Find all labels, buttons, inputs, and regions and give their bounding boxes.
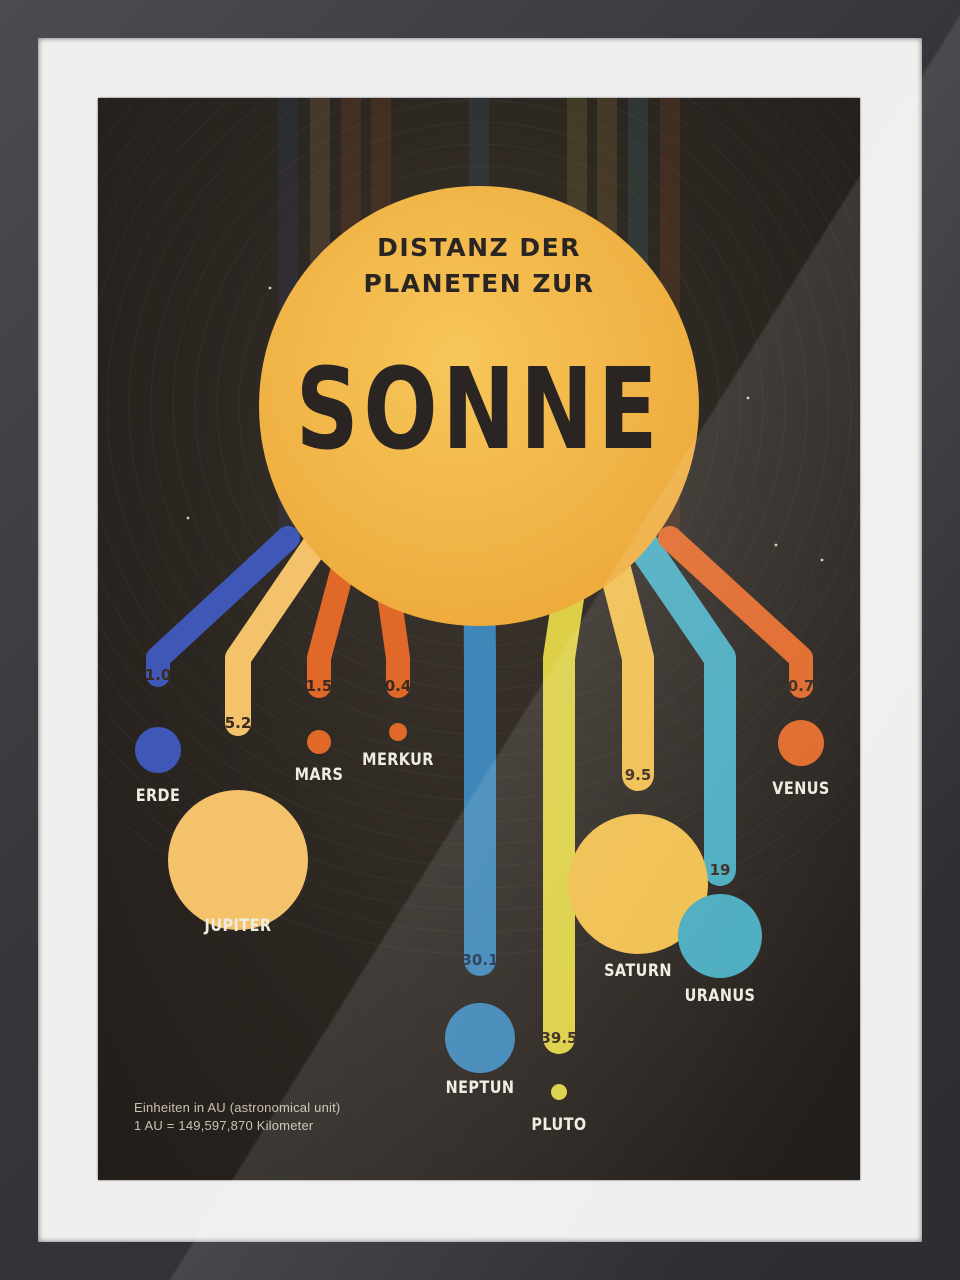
value-label-mars: 1.5 xyxy=(306,677,333,695)
planet-venus xyxy=(778,720,824,766)
star xyxy=(186,516,190,520)
planet-label-merkur: MERKUR xyxy=(362,749,434,769)
footnote-units: Einheiten in AU (astronomical unit) xyxy=(134,1100,341,1115)
planet-pluto xyxy=(551,1084,567,1100)
planet-uranus xyxy=(678,894,762,978)
picture-frame: DISTANZ DER PLANETEN ZUR SONNE 1.0 5.2 1.5… xyxy=(0,0,960,1280)
planet-erde xyxy=(135,727,181,773)
value-label-jupiter: 5.2 xyxy=(225,714,252,732)
value-label-saturn: 9.5 xyxy=(625,766,652,784)
star xyxy=(268,286,272,290)
value-label-venus: 0.7 xyxy=(788,677,815,695)
planet-label-neptun: NEPTUN xyxy=(446,1077,515,1097)
poster: DISTANZ DER PLANETEN ZUR SONNE 1.0 5.2 1.5… xyxy=(98,98,860,1180)
value-label-uranus: 19 xyxy=(710,861,731,879)
value-label-pluto: 39.5 xyxy=(540,1029,577,1047)
value-label-neptun: 30.1 xyxy=(461,951,498,969)
planet-label-jupiter: JUPITER xyxy=(204,915,272,935)
planet-label-saturn: SATURN xyxy=(604,960,672,980)
title-line-1: DISTANZ DER xyxy=(377,233,581,262)
star xyxy=(820,558,824,562)
planet-merkur xyxy=(389,723,407,741)
planet-neptun xyxy=(445,1003,515,1073)
footnote-au-definition: 1 AU = 149,597,870 Kilometer xyxy=(134,1118,314,1133)
planet-mars xyxy=(307,730,331,754)
planet-jupiter xyxy=(168,790,308,930)
planet-label-pluto: PLUTO xyxy=(531,1114,586,1134)
value-label-erde: 1.0 xyxy=(145,666,172,684)
planet-label-venus: VENUS xyxy=(772,778,829,798)
planet-label-uranus: URANUS xyxy=(685,985,756,1005)
title-main: SONNE xyxy=(296,344,662,474)
title-line-2: PLANETEN ZUR xyxy=(363,269,594,298)
star xyxy=(746,396,750,400)
star xyxy=(774,543,778,547)
bar-pluto xyxy=(543,522,593,1054)
distance-chart: DISTANZ DER PLANETEN ZUR SONNE 1.0 5.2 1.5… xyxy=(98,98,860,1134)
value-label-merkur: 0.4 xyxy=(385,677,412,695)
planet-label-mars: MARS xyxy=(295,764,344,784)
planet-label-erde: ERDE xyxy=(136,785,181,805)
